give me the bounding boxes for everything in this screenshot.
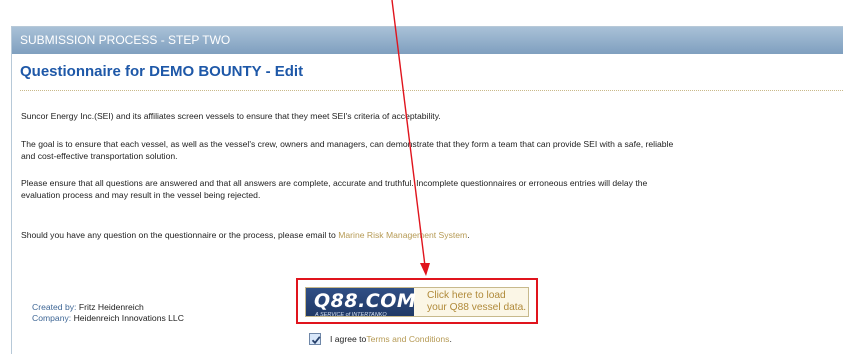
agree-row: I agree to Terms and Conditions . bbox=[309, 333, 452, 345]
page-title: Questionnaire for DEMO BOUNTY - Edit bbox=[20, 63, 304, 80]
title-divider bbox=[20, 90, 843, 91]
q88-logo-text: Q88.COM bbox=[314, 290, 417, 312]
q88-logo: Q88.COM A SERVICE of INTERTANKO bbox=[306, 288, 417, 318]
created-by-label: Created by: bbox=[32, 302, 77, 312]
intro-paragraph-2: The goal is to ensure that each vessel, … bbox=[21, 138, 831, 162]
intro-paragraph-3: Please ensure that all questions are ans… bbox=[21, 177, 831, 201]
q88-banner-frame: Q88.COM A SERVICE of INTERTANKO Click he… bbox=[305, 287, 529, 318]
intro-paragraph-2-line-1: The goal is to ensure that each vessel, … bbox=[21, 139, 674, 149]
company: Company: Heidenreich Innovations LLC bbox=[32, 313, 184, 324]
agree-checkbox[interactable] bbox=[309, 333, 321, 345]
email-link[interactable]: Marine Risk Management System bbox=[338, 230, 467, 240]
title-row: Questionnaire for DEMO BOUNTY - Edit bbox=[12, 54, 843, 90]
contact-period: . bbox=[467, 230, 470, 240]
agree-suffix: . bbox=[449, 334, 452, 344]
terms-link[interactable]: Terms and Conditions bbox=[366, 334, 449, 344]
q88-load-line-2: your Q88 vessel data. bbox=[427, 302, 527, 313]
company-value: Heidenreich Innovations LLC bbox=[73, 313, 184, 323]
checkmark-icon bbox=[311, 336, 321, 345]
q88-load-button[interactable]: Q88.COM A SERVICE of INTERTANKO Click he… bbox=[300, 282, 534, 322]
intro-paragraph-4: Should you have any question on the ques… bbox=[21, 229, 831, 241]
q88-logo-subtitle: A SERVICE of INTERTANKO bbox=[315, 312, 387, 318]
q88-load-text: Click here to load your Q88 vessel data. bbox=[414, 290, 526, 314]
intro-paragraph-3-line-1: Please ensure that all questions are ans… bbox=[21, 178, 648, 188]
credits-block: Created by: Fritz Heidenreich Company: H… bbox=[32, 302, 184, 324]
agree-prefix: I agree to bbox=[330, 334, 367, 344]
intro-paragraph-2-line-2: and cost-effective transportation soluti… bbox=[21, 151, 178, 161]
created-by: Created by: Fritz Heidenreich bbox=[32, 302, 184, 313]
step-header: SUBMISSION PROCESS - STEP TWO bbox=[12, 27, 843, 54]
q88-load-line-1: Click here to load bbox=[427, 290, 506, 301]
intro-paragraph-3-line-2: evaluation process and may result in the… bbox=[21, 190, 261, 200]
intro-paragraph-1: Suncor Energy Inc.(SEI) and its affiliat… bbox=[21, 111, 441, 121]
company-label: Company: bbox=[32, 313, 72, 323]
contact-text: Should you have any question on the ques… bbox=[21, 230, 339, 240]
created-by-value: Fritz Heidenreich bbox=[78, 302, 144, 312]
